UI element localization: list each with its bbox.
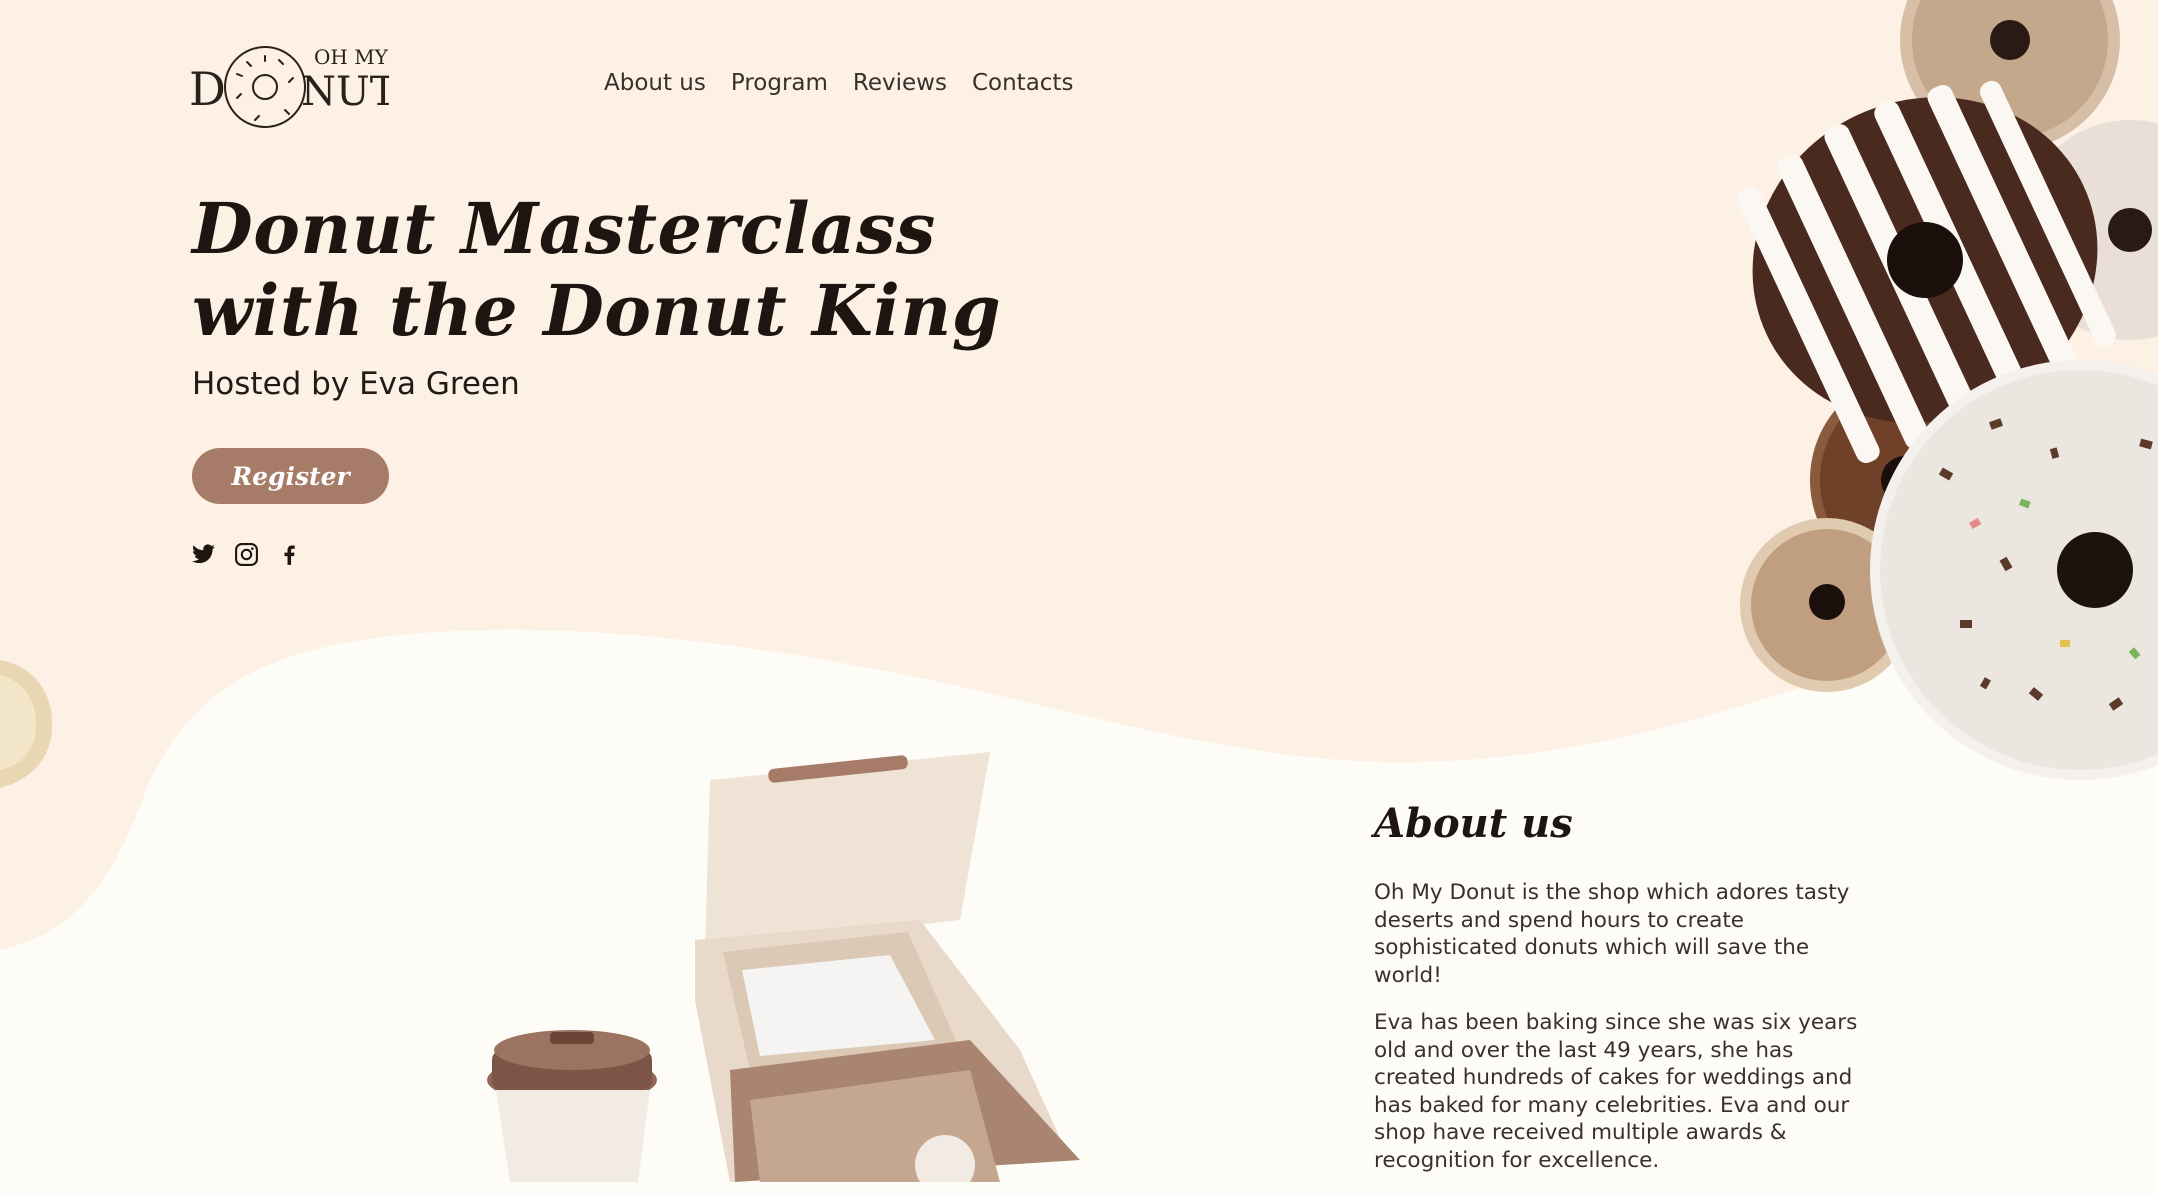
logo-top-text: OH MY <box>314 45 389 69</box>
hero-title: Donut Masterclass with the Donut King <box>192 188 1001 352</box>
logo-donut-inner <box>252 74 278 100</box>
hero-subtitle: Hosted by Eva Green <box>192 366 520 402</box>
about-paragraph-2: Eva has been baking since she was six ye… <box>1374 1010 1858 1173</box>
crumb-decoration <box>0 660 53 788</box>
nav-link-contacts[interactable]: Contacts <box>972 70 1073 96</box>
facebook-icon[interactable] <box>277 542 302 567</box>
donuts-illustration <box>1737 0 2158 780</box>
instagram-icon[interactable] <box>234 542 259 567</box>
about-section: About us Oh My Donut is the shop which a… <box>1374 800 1874 1194</box>
nav-link-about-us[interactable]: About us <box>604 70 706 96</box>
main-nav: About us Program Reviews Contacts <box>604 70 1073 96</box>
logo-letter-d: D <box>189 62 226 116</box>
twitter-icon[interactable] <box>191 542 216 567</box>
nav-link-reviews[interactable]: Reviews <box>853 70 947 96</box>
hero-title-line-1: Donut Masterclass <box>192 187 936 270</box>
register-button[interactable]: Register <box>192 448 389 504</box>
brand-logo[interactable]: OH MY D NUT <box>189 38 389 138</box>
donut-box-illustration <box>487 752 1080 1182</box>
about-heading: About us <box>1374 800 1573 847</box>
social-links <box>191 542 302 567</box>
logo-letters-nut: NUT <box>301 69 389 115</box>
hero-title-line-2: with the Donut King <box>192 269 1002 352</box>
about-paragraph-1: Oh My Donut is the shop which adores tas… <box>1374 880 1850 988</box>
nav-link-program[interactable]: Program <box>731 70 828 96</box>
